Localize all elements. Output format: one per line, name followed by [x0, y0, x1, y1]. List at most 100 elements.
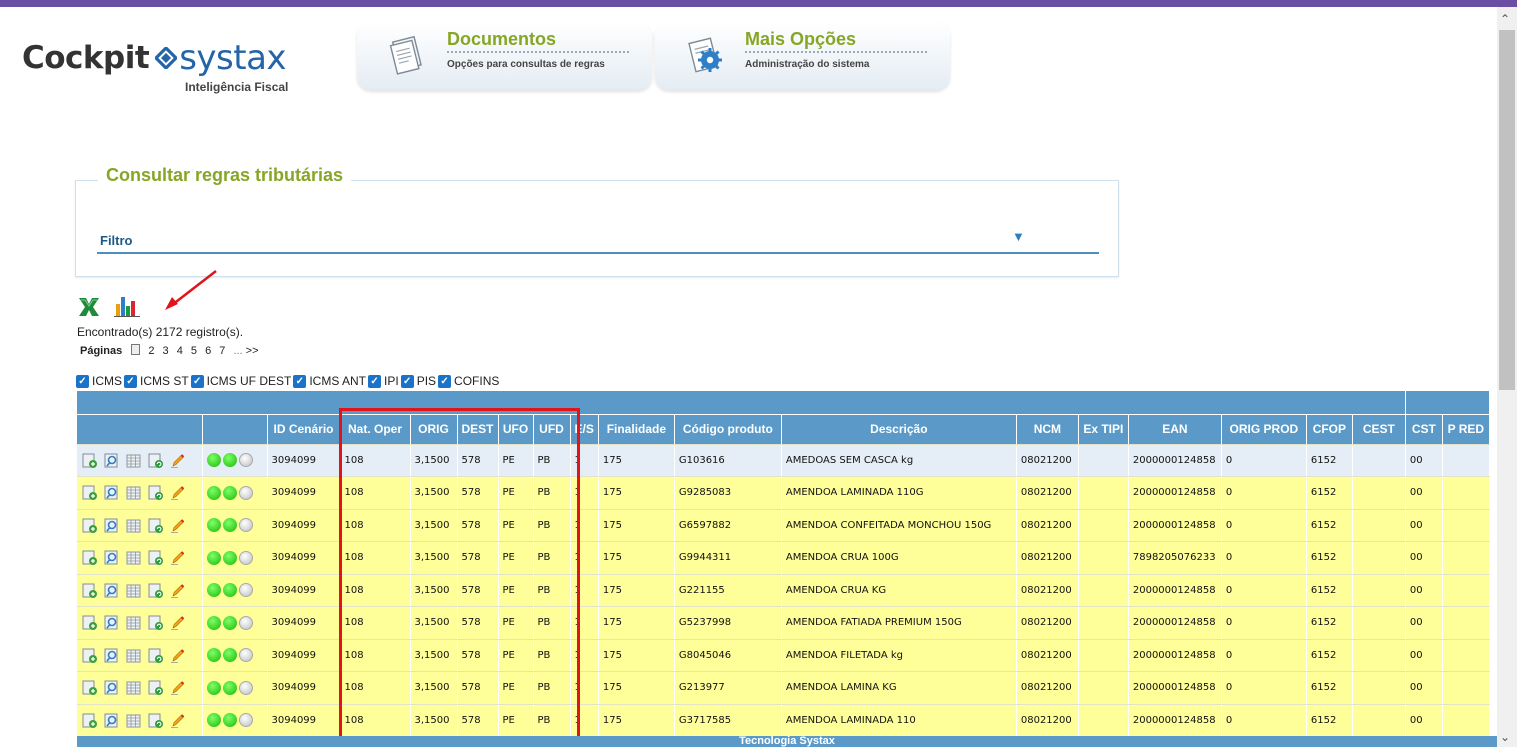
table-row[interactable]: 3094099 108 3,1500 578 PE PB 1 175 G5237998 AMEND… [77, 606, 1490, 640]
nav-tab-documentos[interactable]: Documentos Opções para consultas de regr… [357, 22, 652, 90]
checkbox-checked-icon[interactable]: ✓ [124, 374, 137, 388]
pencil-edit-icon[interactable] [169, 614, 186, 631]
pencil-edit-icon[interactable] [169, 647, 186, 664]
document-refresh-icon[interactable] [147, 712, 164, 729]
magnifier-document-icon[interactable] [103, 517, 120, 534]
table-grid-icon[interactable] [125, 679, 142, 696]
document-refresh-icon[interactable] [147, 452, 164, 469]
page-link-2[interactable]: 2 [148, 345, 154, 357]
magnifier-document-icon[interactable] [103, 614, 120, 631]
pencil-edit-icon[interactable] [169, 452, 186, 469]
table-row[interactable]: 3094099 108 3,1500 578 PE PB 1 175 G3717585 AMEND… [77, 704, 1490, 736]
page-link-4[interactable]: 4 [177, 345, 183, 357]
pencil-edit-icon[interactable] [169, 679, 186, 696]
table-grid-icon[interactable] [125, 614, 142, 631]
table-grid-icon[interactable] [125, 484, 142, 501]
checkbox-checked-icon[interactable]: ✓ [438, 374, 452, 388]
checkbox-icms-st[interactable]: ✓ ICMS ST [124, 374, 189, 388]
document-add-icon[interactable] [81, 679, 98, 696]
column-header-cst[interactable]: CST [1405, 414, 1443, 445]
checkbox-icms-uf-dest[interactable]: ✓ ICMS UF DEST [190, 374, 291, 388]
document-refresh-icon[interactable] [147, 647, 164, 664]
magnifier-document-icon[interactable] [103, 647, 120, 664]
table-row[interactable]: 3094099 108 3,1500 578 PE PB 1 175 G8045046 AMEND… [77, 639, 1490, 672]
document-add-icon[interactable] [81, 614, 98, 631]
document-refresh-icon[interactable] [147, 679, 164, 696]
document-refresh-icon[interactable] [147, 484, 164, 501]
pencil-edit-icon[interactable] [169, 549, 186, 566]
checkbox-cofins[interactable]: ✓ COFINS [438, 374, 499, 388]
magnifier-document-icon[interactable] [103, 549, 120, 566]
page-link-6[interactable]: 6 [205, 345, 211, 357]
document-add-icon[interactable] [81, 582, 98, 599]
pencil-edit-icon[interactable] [169, 582, 186, 599]
table-row[interactable]: 3094099 108 3,1500 578 PE PB 1 175 G221155 AMENDO… [77, 574, 1490, 607]
table-grid-icon[interactable] [125, 452, 142, 469]
document-refresh-icon[interactable] [147, 582, 164, 599]
document-add-icon[interactable] [81, 647, 98, 664]
pencil-edit-icon[interactable] [169, 517, 186, 534]
document-add-icon[interactable] [81, 484, 98, 501]
page-link-3[interactable]: 3 [163, 345, 169, 357]
document-add-icon[interactable] [81, 517, 98, 534]
table-row[interactable]: 3094099 108 3,1500 578 PE PB 1 175 G103616 AMEDOA… [77, 444, 1490, 477]
table-row[interactable]: 3094099 108 3,1500 578 PE PB 1 175 G213977 AMENDO… [77, 671, 1490, 705]
logo-tagline: Inteligência Fiscal [185, 80, 289, 94]
filter-toggle[interactable]: Filtro [100, 233, 133, 248]
table-row[interactable]: 3094099 108 3,1500 578 PE PB 1 175 G9944311 AMEND… [77, 541, 1490, 575]
column-header-descri-o[interactable]: Descrição [781, 414, 1017, 445]
document-add-icon[interactable] [81, 549, 98, 566]
document-refresh-icon[interactable] [147, 549, 164, 566]
rules-table-container[interactable]: ID Cenário Nat. Oper ORIG DEST UFO UFD E/S Fina… [77, 391, 1497, 736]
column-header-orig-prod[interactable]: ORIG PROD [1221, 414, 1307, 445]
checkbox-checked-icon[interactable]: ✓ [400, 374, 414, 388]
magnifier-document-icon[interactable] [103, 582, 120, 599]
document-add-icon[interactable] [81, 452, 98, 469]
pencil-edit-icon[interactable] [169, 712, 186, 729]
table-grid-icon[interactable] [125, 549, 142, 566]
excel-export-icon[interactable] [77, 296, 101, 318]
nav-tab-mais-opcoes[interactable]: Mais Opções Administração do sistema [655, 22, 950, 90]
scroll-down-arrow-icon[interactable]: ⌄ [1500, 730, 1510, 744]
table-row[interactable]: 3094099 108 3,1500 578 PE PB 1 175 G9285083 AMEND… [77, 476, 1490, 510]
column-header-ean[interactable]: EAN [1128, 414, 1222, 445]
column-header-cfop[interactable]: CFOP [1306, 414, 1353, 445]
checkbox-icms[interactable]: ✓ ICMS [76, 374, 122, 388]
table-grid-icon[interactable] [125, 517, 142, 534]
checkbox-ipi[interactable]: ✓ IPI [368, 374, 399, 388]
column-header-c-digo-produto[interactable]: Código produto [674, 414, 782, 445]
page-link-7[interactable]: 7 [219, 345, 225, 357]
column-header-finalidade[interactable]: Finalidade [598, 414, 675, 445]
checkbox-pis[interactable]: ✓ PIS [400, 374, 436, 388]
pencil-edit-icon[interactable] [169, 484, 186, 501]
checkbox-checked-icon[interactable]: ✓ [76, 374, 89, 388]
checkbox-checked-icon[interactable]: ✓ [293, 374, 307, 388]
document-refresh-icon[interactable] [147, 517, 164, 534]
column-header-id-cen-rio[interactable]: ID Cenário [267, 414, 341, 445]
bar-chart-icon[interactable] [113, 294, 141, 318]
magnifier-document-icon[interactable] [103, 679, 120, 696]
table-row[interactable]: 3094099 108 3,1500 578 PE PB 1 175 G6597882 AMEND… [77, 509, 1490, 542]
filter-dropdown-icon[interactable]: ▼ [1012, 229, 1025, 244]
column-header-cest[interactable]: CEST [1352, 414, 1406, 445]
table-grid-icon[interactable] [125, 647, 142, 664]
document-refresh-icon[interactable] [147, 614, 164, 631]
magnifier-document-icon[interactable] [103, 452, 120, 469]
checkbox-checked-icon[interactable]: ✓ [368, 374, 382, 388]
magnifier-document-icon[interactable] [103, 712, 120, 729]
checkbox-checked-icon[interactable]: ✓ [190, 374, 204, 388]
table-grid-icon[interactable] [125, 582, 142, 599]
row-status [202, 541, 268, 575]
magnifier-document-icon[interactable] [103, 484, 120, 501]
column-header-ex-tipi[interactable]: Ex TIPI [1078, 414, 1129, 445]
page-next-link[interactable]: >> [246, 345, 259, 357]
scrollbar-thumb[interactable] [1499, 30, 1515, 390]
page-link-5[interactable]: 5 [191, 345, 197, 357]
column-header-p-red[interactable]: P RED [1442, 414, 1490, 445]
checkbox-icms-ant[interactable]: ✓ ICMS ANT [293, 374, 366, 388]
cockpit-systax-logo[interactable]: Cockpit systax Inteligência Fiscal [22, 38, 322, 98]
scroll-up-arrow-icon[interactable]: ⌃ [1500, 12, 1510, 26]
document-add-icon[interactable] [81, 712, 98, 729]
column-header-ncm[interactable]: NCM [1016, 414, 1079, 445]
table-grid-icon[interactable] [125, 712, 142, 729]
